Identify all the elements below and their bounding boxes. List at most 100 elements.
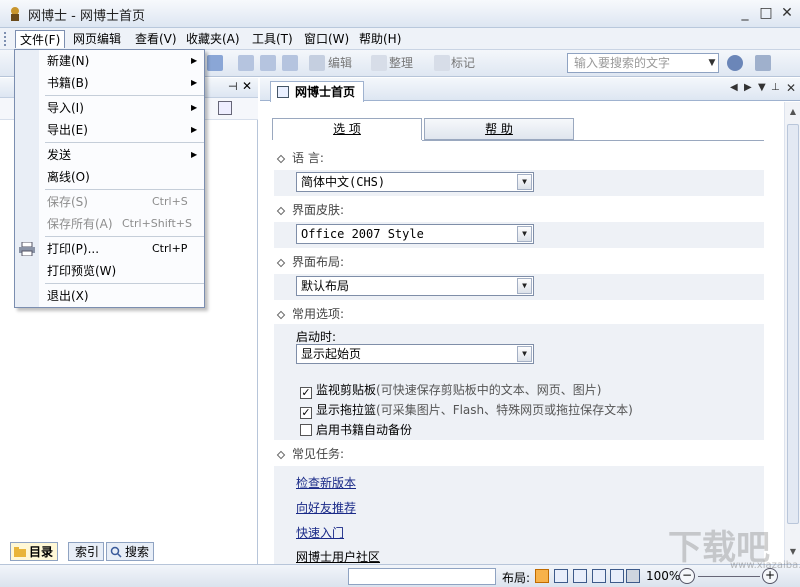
section-skin-label: 界面皮肤: [292,203,344,217]
chevron-down-icon[interactable]: ▼ [517,226,532,242]
diamond-icon [277,310,285,318]
layout-6-icon[interactable] [626,569,640,583]
tab-close-icon[interactable]: ✕ [786,81,796,95]
startup-select[interactable]: 显示起始页▼ [296,344,534,364]
menu-item-send[interactable]: 发送▶ [15,144,204,166]
panel-close-icon[interactable]: ✕ [242,79,252,93]
language-select[interactable]: 简体中文(CHS) ▼ [296,172,534,192]
menu-file[interactable]: 文件(F) [15,30,65,48]
tab-index[interactable]: 索引 [68,542,104,561]
scroll-thumb[interactable] [787,124,799,524]
layout-5-icon[interactable] [610,569,624,583]
tab-home-page[interactable]: 网博士首页 [270,81,364,102]
menu-item-save-all[interactable]: 保存所有(A)Ctrl+Shift+S [15,213,204,235]
menu-item-import[interactable]: 导入(I)▶ [15,97,204,119]
menu-item-exit[interactable]: 退出(X) [15,285,204,307]
section-common: 常用选项: [278,306,344,322]
menu-favorites[interactable]: 收藏夹(A) [182,30,244,48]
zoom-slider[interactable] [698,576,760,577]
checkbox-box[interactable]: ✓ [300,387,312,399]
menu-item-label: 打印(P)... [47,238,99,260]
maximize-button[interactable]: □ [756,4,776,22]
menu-separator [45,142,204,143]
menu-window[interactable]: 窗口(W) [300,30,353,48]
submenu-arrow-icon: ▶ [191,72,197,94]
edit-button[interactable]: 编辑 [328,54,352,73]
tab-divider [422,140,764,141]
menu-item-offline[interactable]: 离线(O) [15,166,204,188]
menu-item-label: 发送 [47,144,71,166]
organize-icon[interactable] [371,55,387,71]
menu-tools[interactable]: 工具(T) [248,30,297,48]
mark-icon[interactable] [434,55,450,71]
window-title: 网博士 - 网博士首页 [28,5,145,24]
chevron-down-icon[interactable]: ▼ [517,174,532,190]
tab-pin-icon[interactable]: ⊥ [771,82,780,93]
menu-item-new[interactable]: 新建(N)▶ [15,50,204,72]
title-bar: 网博士 - 网博士首页 _ □ ✕ [0,0,800,28]
tab-next-icon[interactable]: ▶ [744,82,752,93]
menu-item-export[interactable]: 导出(E)▶ [15,119,204,141]
menu-page-edit[interactable]: 网页编辑 [69,30,125,48]
tab-contents[interactable]: 目录 [10,542,58,561]
menubar-grip[interactable] [4,32,7,46]
link-quick-start[interactable]: 快速入门 [296,524,344,541]
checkbox-auto-backup[interactable]: 启用书籍自动备份 [300,422,412,438]
language-select-value: 简体中文(CHS) [301,175,385,189]
menu-separator [45,236,204,237]
section-tasks-label: 常见任务: [292,447,344,461]
layout-2-icon[interactable] [554,569,568,583]
layout-3-icon[interactable] [573,569,587,583]
status-field[interactable] [348,568,496,585]
left-panel-tabs: 目录 索引 搜索 [6,542,256,562]
link-recommend[interactable]: 向好友推荐 [296,499,356,516]
chevron-down-icon[interactable]: ▼ [517,346,532,362]
menu-item-books[interactable]: 书籍(B)▶ [15,72,204,94]
checkbox-label: 显示拖拉篮 [316,403,376,417]
menu-item-print[interactable]: 打印(P)...Ctrl+P [15,238,204,260]
minimize-button[interactable]: _ [735,4,755,22]
menu-item-label: 保存所有(A) [47,213,113,235]
checkbox-box[interactable]: ✓ [300,407,312,419]
layout-select[interactable]: 默认布局▼ [296,276,534,296]
tab-prev-icon[interactable]: ◀ [730,82,738,93]
pin-icon[interactable]: ⊣ [228,80,238,93]
close-button[interactable]: ✕ [777,4,797,22]
refresh-icon[interactable] [282,55,298,71]
search-dropdown-icon[interactable]: ▼ [706,54,718,72]
tab-help[interactable]: 帮 助 [424,118,574,140]
link-check-update[interactable]: 检查新版本 [296,474,356,491]
vertical-scrollbar[interactable]: ▲ ▼ [784,102,800,564]
link-community[interactable]: 网博士用户社区 [296,548,380,564]
menu-item-save[interactable]: 保存(S)Ctrl+S [15,191,204,213]
search-input[interactable]: 输入要搜索的文字 [567,53,719,73]
layout-4-icon[interactable] [592,569,606,583]
checkbox-show-drag-basket[interactable]: ✓显示拖拉篮(可采集图片、Flash、特殊网页或拖拉保存文本) [300,402,633,418]
tab-list-icon[interactable]: ▼ [758,82,766,93]
menu-item-print-preview[interactable]: 打印预览(W) [15,260,204,282]
search-icon[interactable] [727,55,743,71]
organize-button[interactable]: 整理 [389,54,413,73]
chevron-down-icon[interactable]: ▼ [517,278,532,294]
edit-icon[interactable] [309,55,325,71]
skin-select[interactable]: Office 2007 Style▼ [296,224,534,244]
tab-options[interactable]: 选 项 [272,118,422,140]
options-tabs: 选 项 帮 助 [272,118,574,140]
mark-button[interactable]: 标记 [451,54,475,73]
down-arrow-icon[interactable] [260,55,276,71]
section-layout: 界面布局: [278,254,344,270]
zoom-out-button[interactable]: − [679,568,695,584]
list-view-icon[interactable] [218,101,232,115]
menu-help[interactable]: 帮助(H) [355,30,405,48]
tab-search[interactable]: 搜索 [106,542,154,561]
toolbar-dropdown-icon[interactable] [207,55,223,71]
layout-1-icon[interactable] [535,569,549,583]
menu-view[interactable]: 查看(V) [131,30,181,48]
scroll-up-icon[interactable]: ▲ [787,106,799,118]
tools-icon[interactable] [755,55,771,71]
checkbox-box[interactable] [300,424,312,436]
up-arrow-icon[interactable] [238,55,254,71]
checkbox-monitor-clipboard[interactable]: ✓监视剪贴板(可快速保存剪贴板中的文本、网页、图片) [300,382,601,398]
scroll-down-icon[interactable]: ▼ [787,546,799,558]
menu-item-label: 导入(I) [47,97,84,119]
